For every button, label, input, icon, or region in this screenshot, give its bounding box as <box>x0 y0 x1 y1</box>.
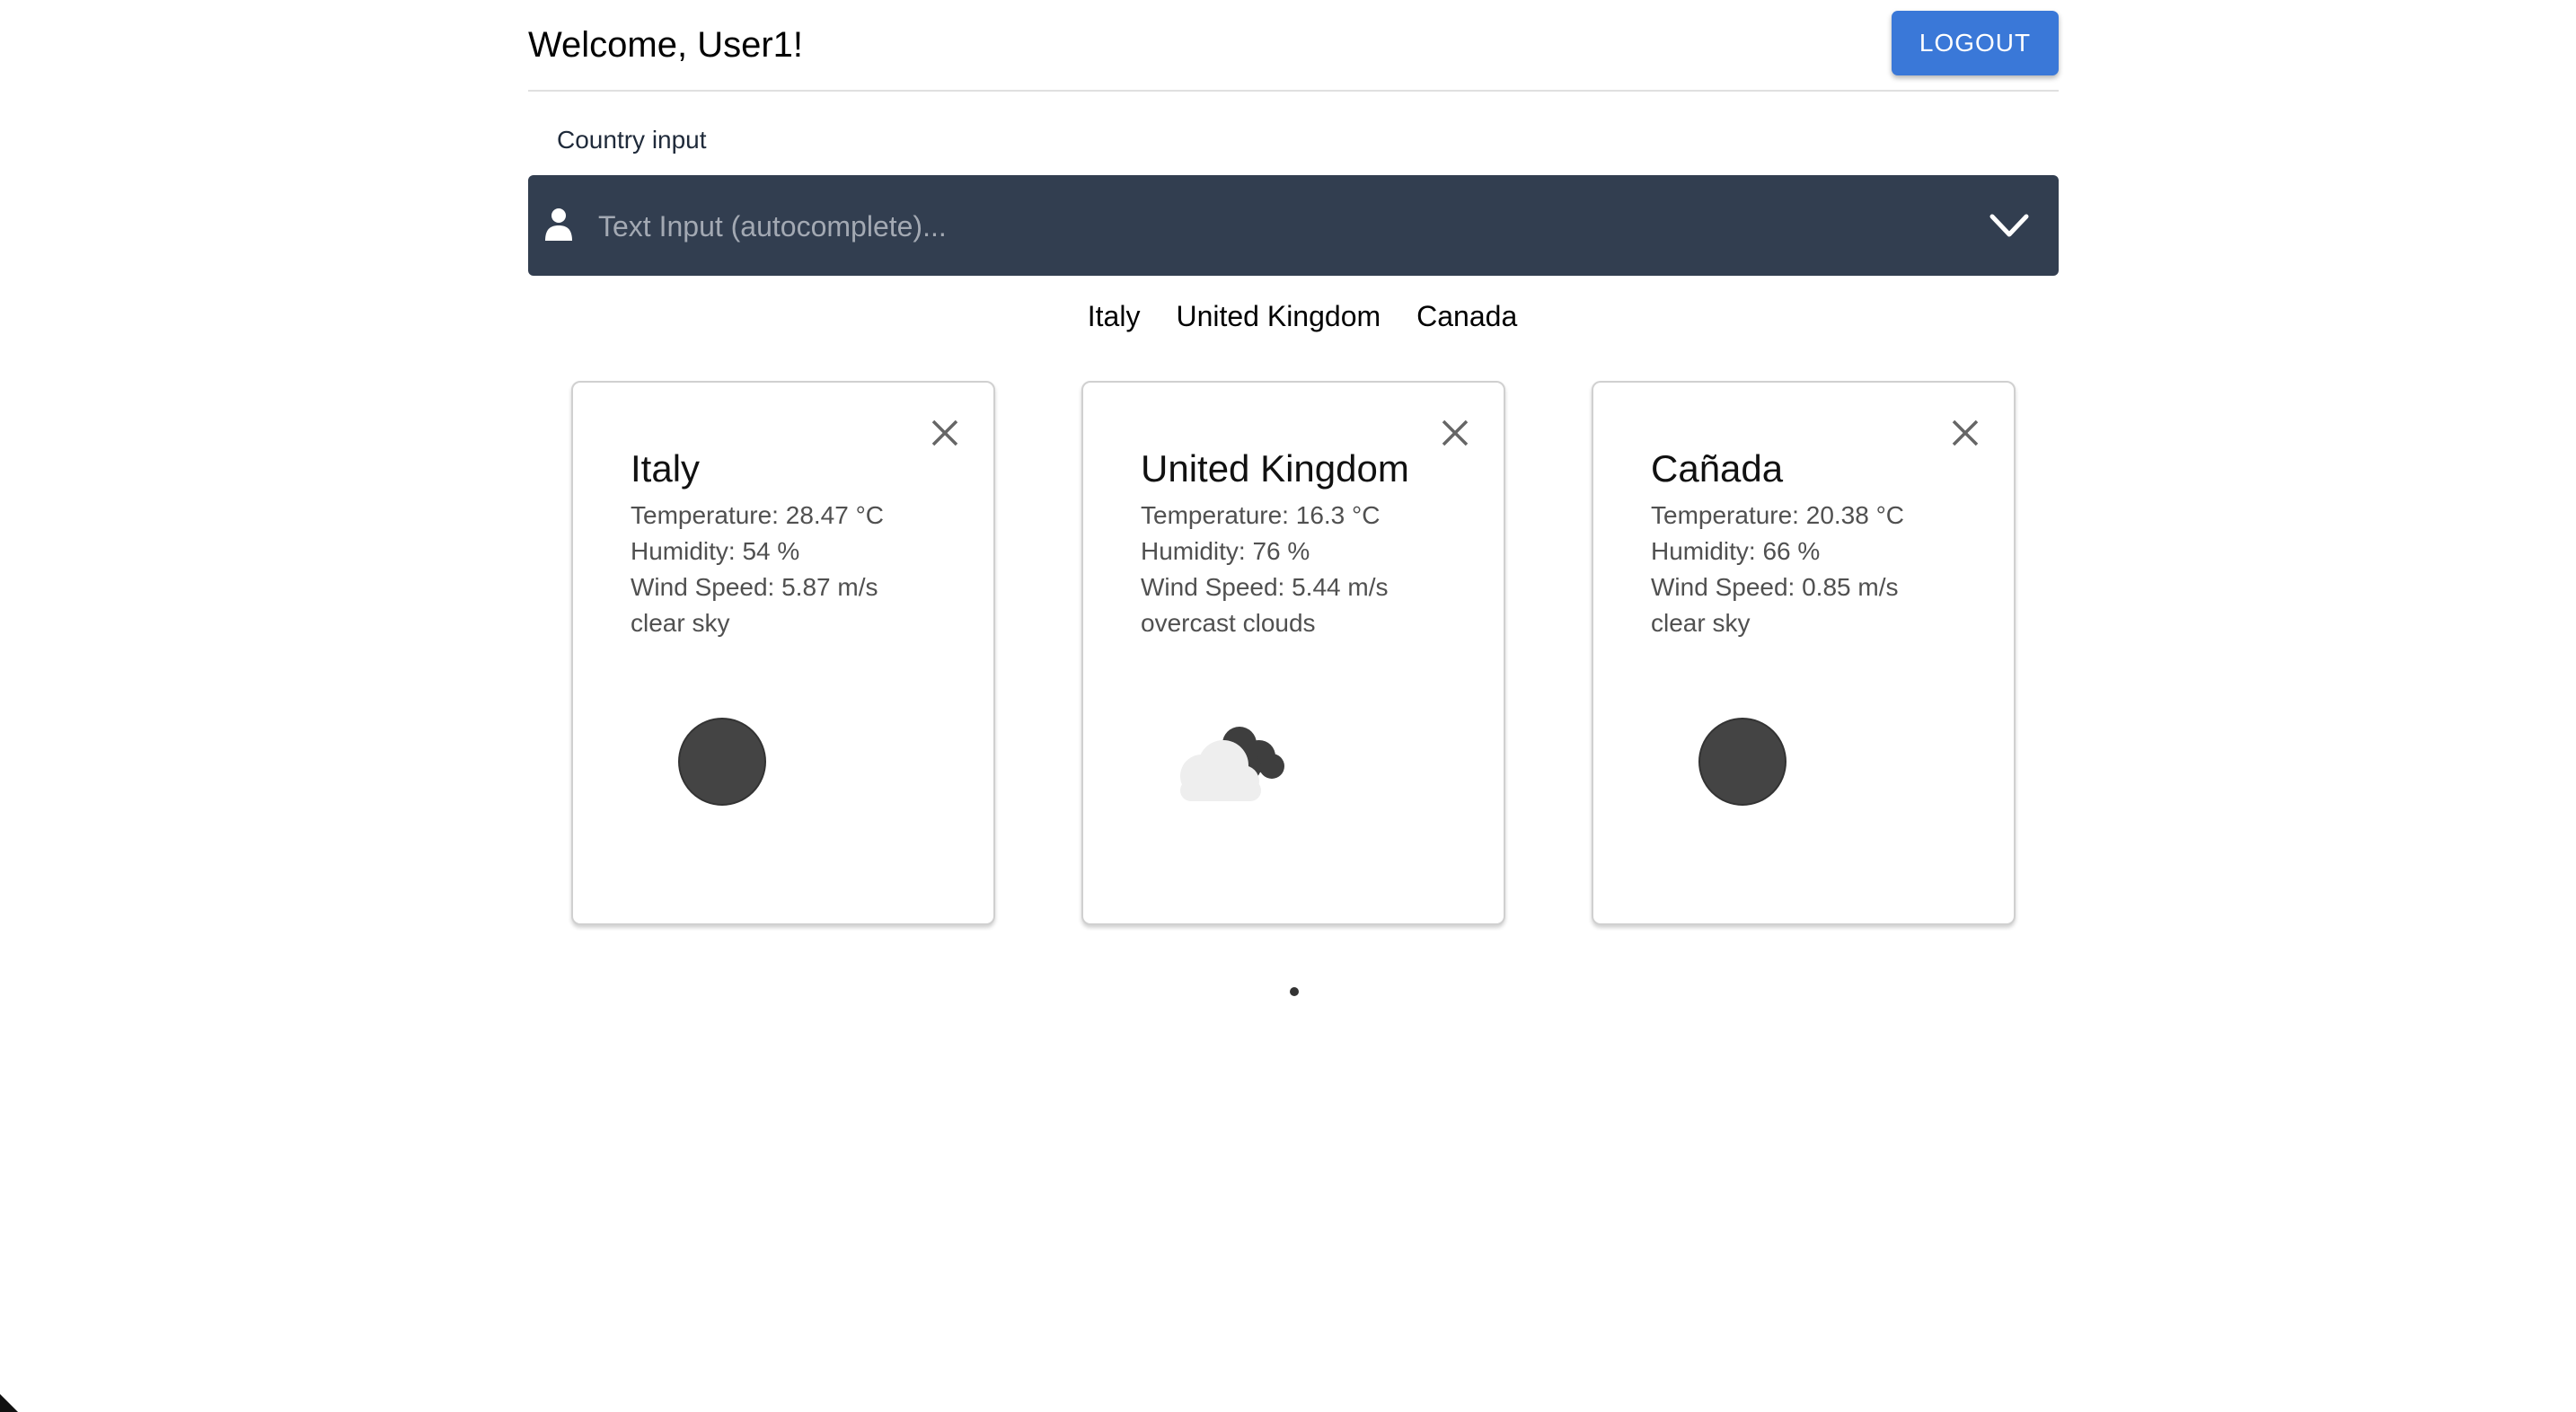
close-icon[interactable] <box>1951 419 1980 447</box>
person-icon <box>545 208 572 241</box>
country-chip-list: Italy United Kingdom Canada <box>528 300 2059 333</box>
city-name: United Kingdom <box>1141 447 1409 490</box>
temperature-text: Temperature: 20.38 °C <box>1651 501 1905 529</box>
country-chip-italy[interactable]: Italy <box>1088 300 1141 333</box>
close-icon[interactable] <box>1441 419 1469 447</box>
logout-button[interactable]: LOGOUT <box>1892 11 2059 75</box>
temperature-text: Temperature: 16.3 °C <box>1141 501 1381 529</box>
country-chip-canada[interactable]: Canada <box>1416 300 1517 333</box>
country-input-label: Country input <box>557 126 707 154</box>
humidity-text: Humidity: 76 % <box>1141 537 1310 565</box>
clear-sky-icon <box>678 718 766 806</box>
weather-card-united-kingdom: United Kingdom Temperature: 16.3 °C Humi… <box>1081 381 1505 925</box>
weather-card-canada: Cañada Temperature: 20.38 °C Humidity: 6… <box>1592 381 2016 925</box>
humidity-text: Humidity: 66 % <box>1651 537 1821 565</box>
country-chip-united-kingdom[interactable]: United Kingdom <box>1176 300 1381 333</box>
clear-sky-icon <box>1698 718 1786 806</box>
city-name: Italy <box>631 447 701 490</box>
humidity-text: Humidity: 54 % <box>631 537 800 565</box>
weather-card-italy: Italy Temperature: 28.47 °C Humidity: 54… <box>571 381 995 925</box>
country-autocomplete[interactable] <box>528 175 2059 278</box>
window-corner <box>0 1394 18 1412</box>
close-icon[interactable] <box>931 419 959 447</box>
chevron-down-icon[interactable] <box>1989 211 2030 240</box>
weather-description: overcast clouds <box>1141 609 1316 637</box>
wind-speed-text: Wind Speed: 0.85 m/s <box>1651 573 1899 601</box>
country-search-input[interactable] <box>596 175 1947 278</box>
welcome-title: Welcome, User1! <box>528 25 804 65</box>
city-name: Cañada <box>1651 447 1784 490</box>
weather-description: clear sky <box>1651 609 1751 637</box>
app-header: Welcome, User1! LOGOUT <box>528 0 2059 92</box>
overcast-clouds-icon <box>1180 727 1284 801</box>
temperature-text: Temperature: 28.47 °C <box>631 501 885 529</box>
weather-description: clear sky <box>631 609 730 637</box>
wind-speed-text: Wind Speed: 5.87 m/s <box>631 573 878 601</box>
pagination-dot[interactable] <box>1290 987 1299 996</box>
wind-speed-text: Wind Speed: 5.44 m/s <box>1141 573 1389 601</box>
